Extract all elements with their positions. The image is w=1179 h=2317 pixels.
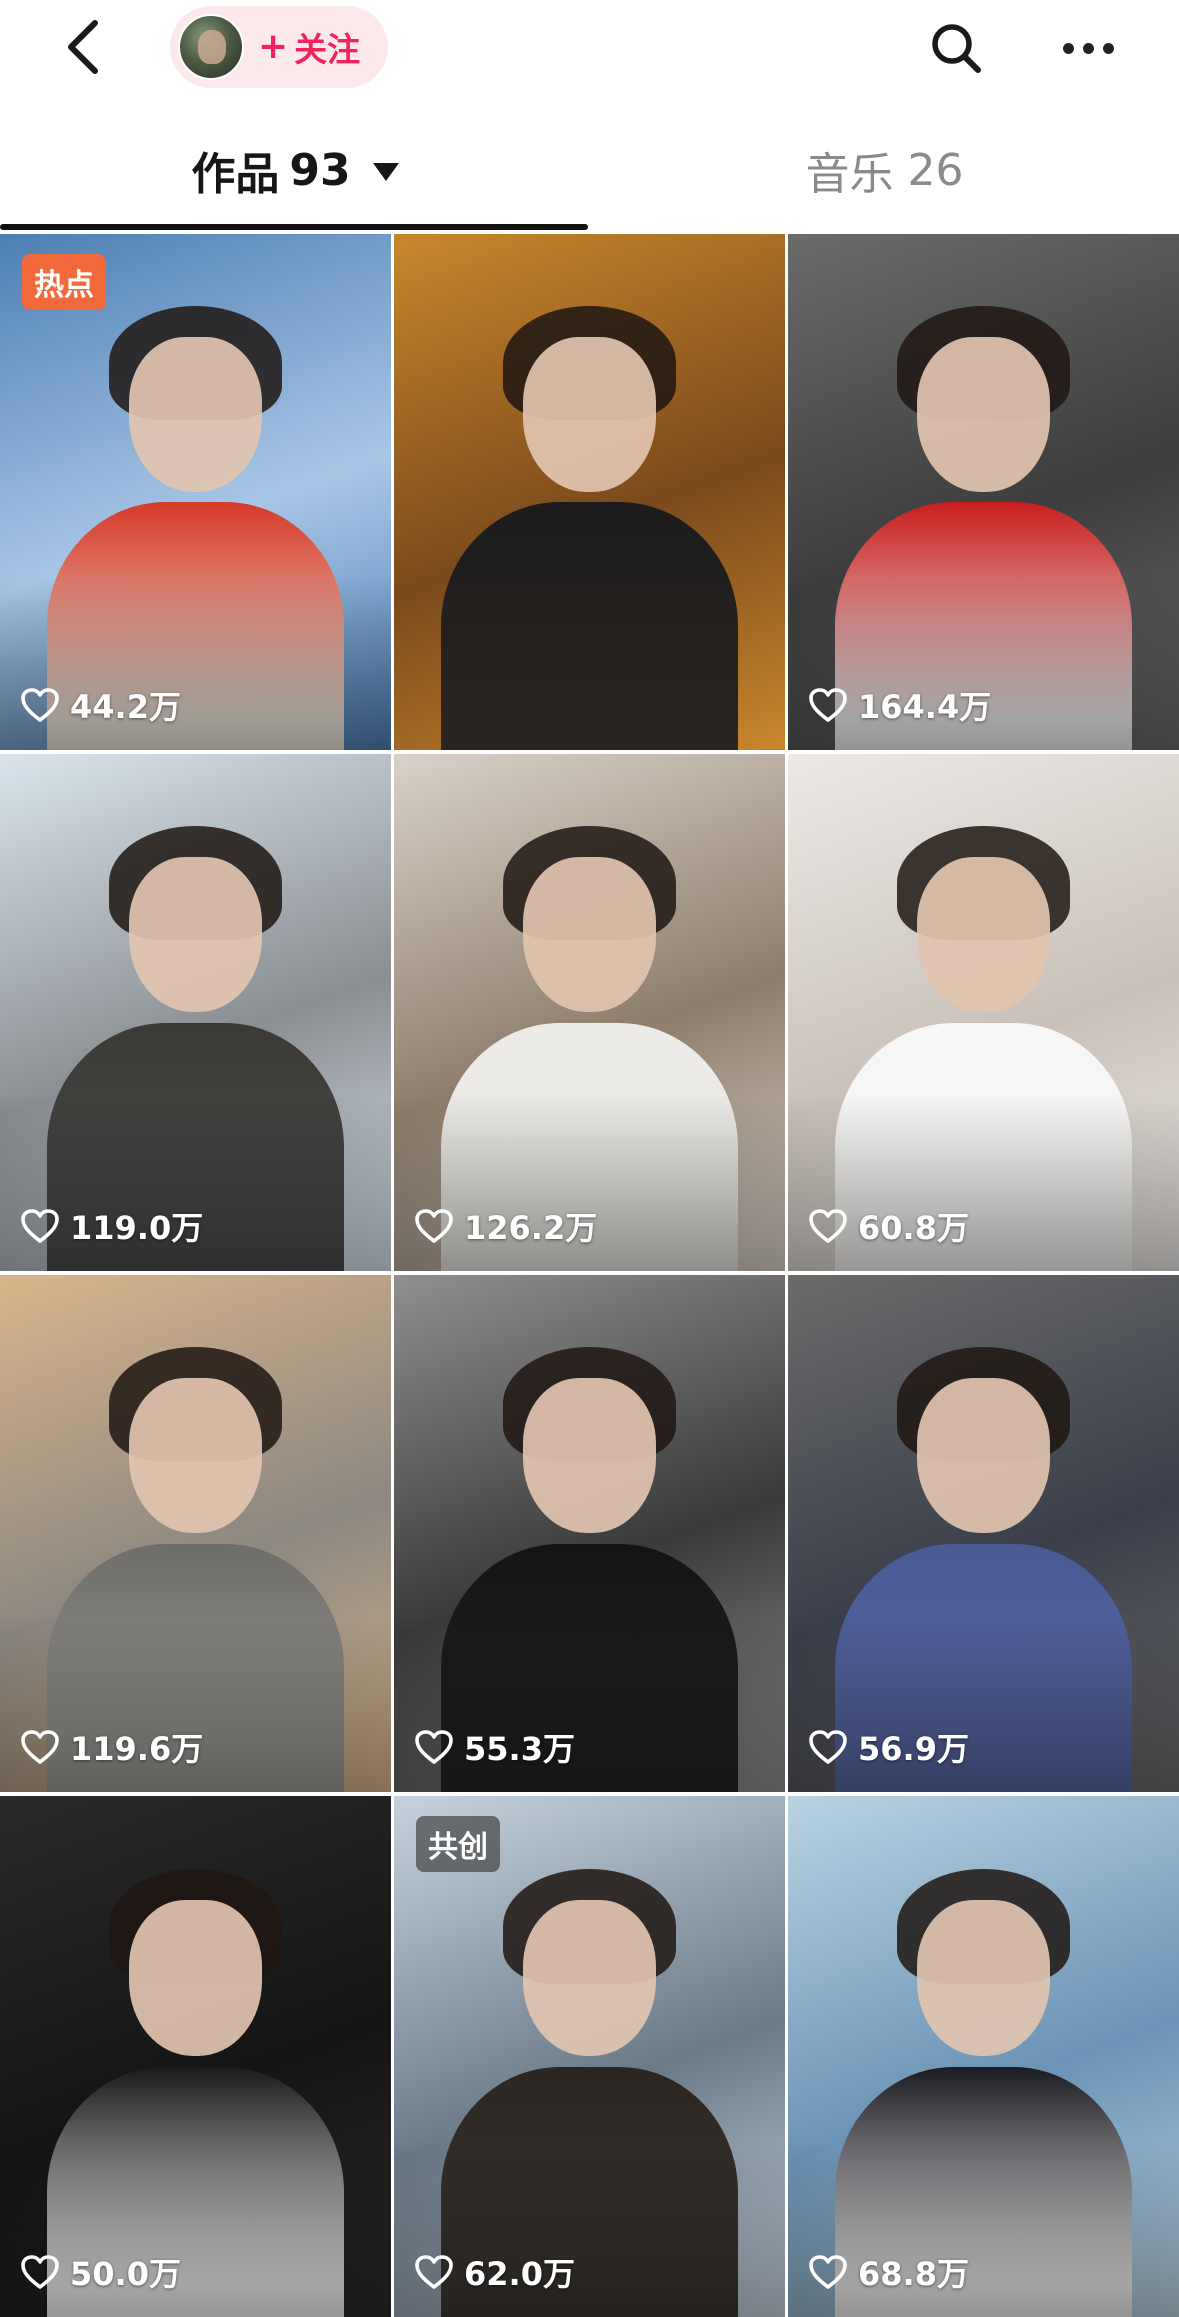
like-count: 119.0万: [20, 1203, 203, 1249]
like-count-value: 50.0万: [70, 2255, 181, 2293]
more-dots-icon: [1082, 42, 1094, 54]
tab-music-count: 26: [907, 144, 964, 196]
video-tile[interactable]: 50.0万: [0, 1796, 391, 2317]
heart-icon: [21, 688, 59, 722]
like-count: 50.0万: [20, 2249, 181, 2295]
back-arrow-icon: [68, 20, 98, 74]
profile-works-page: + 关注 作品 93 音乐 26 热点 44.2万 164.4万 119.0万 …: [0, 0, 1179, 2317]
avatar[interactable]: [178, 14, 244, 80]
like-count: 60.8万: [808, 1203, 969, 1249]
tab-music-label: 音乐: [805, 149, 894, 200]
tab-works[interactable]: 作品 93: [0, 120, 590, 220]
thumbnail-figure: [523, 1900, 656, 2057]
thumbnail-figure: [917, 857, 1050, 1013]
tab-music[interactable]: 音乐 26: [590, 120, 1179, 220]
follow-plus-sign: +: [258, 26, 289, 67]
video-tile[interactable]: 68.8万: [788, 1796, 1179, 2317]
thumbnail-figure: [917, 337, 1050, 492]
heart-icon: [415, 1209, 453, 1243]
caret-down-icon[interactable]: [372, 163, 399, 181]
heart-icon: [809, 688, 847, 722]
hot-badge: 热点: [22, 254, 106, 310]
like-count: 68.8万: [808, 2249, 969, 2295]
more-dots-icon: [1102, 42, 1114, 54]
more-dots-icon: [1062, 42, 1074, 54]
video-tile[interactable]: 164.4万: [788, 234, 1179, 750]
thumbnail-figure: [129, 1378, 262, 1534]
back-button[interactable]: [48, 12, 118, 82]
like-count-value: 68.8万: [858, 2255, 969, 2293]
like-count-value: 55.3万: [464, 1730, 575, 1768]
heart-icon: [809, 1730, 847, 1764]
search-button[interactable]: [922, 14, 990, 82]
tab-works-count: 93: [289, 144, 351, 196]
video-tile[interactable]: 热点 44.2万: [0, 234, 391, 750]
heart-icon: [21, 1730, 59, 1764]
like-count: 119.6万: [20, 1724, 203, 1770]
like-count-value: 44.2万: [70, 688, 181, 726]
like-count: 164.4万: [808, 682, 991, 728]
video-tile[interactable]: 119.6万: [0, 1275, 391, 1792]
like-count-value: 119.0万: [70, 1209, 204, 1247]
thumbnail-figure: [917, 1900, 1050, 2057]
tab-works-label: 作品: [191, 149, 280, 200]
thumbnail-figure: [129, 337, 262, 492]
video-tile[interactable]: 60.8万: [788, 754, 1179, 1271]
heart-icon: [809, 2255, 847, 2289]
thumbnail-figure: [440, 502, 739, 750]
like-count-value: 164.4万: [858, 688, 992, 726]
like-count: 56.9万: [808, 1724, 969, 1770]
like-count-value: 60.8万: [858, 1209, 969, 1247]
top-bar: + 关注: [0, 0, 1179, 100]
thumbnail-figure: [523, 1378, 656, 1534]
like-count-value: 56.9万: [858, 1730, 969, 1768]
thumbnail-figure: [129, 1900, 262, 2057]
thumbnail-figure: [129, 857, 262, 1013]
thumbnail-figure: [523, 857, 656, 1013]
heart-icon: [21, 1209, 59, 1243]
thumbnail-figure: [523, 337, 656, 492]
video-tile[interactable]: [394, 234, 785, 750]
follow-label: 关注: [294, 30, 361, 69]
like-count: 126.2万: [414, 1203, 597, 1249]
search-icon: [932, 24, 981, 73]
heart-icon: [21, 2255, 59, 2289]
content-tabs: 作品 93 音乐 26: [0, 120, 1179, 230]
like-count: 44.2万: [20, 682, 181, 728]
active-tab-indicator: [0, 224, 588, 230]
thumbnail-figure: [917, 1378, 1050, 1534]
video-tile[interactable]: 共创 62.0万: [394, 1796, 785, 2317]
follow-button[interactable]: + 关注: [170, 6, 388, 88]
heart-icon: [415, 2255, 453, 2289]
co-creation-badge: 共创: [416, 1816, 500, 1872]
video-tile[interactable]: 56.9万: [788, 1275, 1179, 1792]
heart-icon: [809, 1209, 847, 1243]
like-count-value: 126.2万: [464, 1209, 598, 1247]
video-tile[interactable]: 119.0万: [0, 754, 391, 1271]
like-count-value: 62.0万: [464, 2255, 575, 2293]
more-button[interactable]: [1048, 14, 1128, 82]
video-tile[interactable]: 55.3万: [394, 1275, 785, 1792]
like-count: 62.0万: [414, 2249, 575, 2295]
like-count-value: 119.6万: [70, 1730, 204, 1768]
like-count: 55.3万: [414, 1724, 575, 1770]
video-tile[interactable]: 126.2万: [394, 754, 785, 1271]
heart-icon: [415, 1730, 453, 1764]
